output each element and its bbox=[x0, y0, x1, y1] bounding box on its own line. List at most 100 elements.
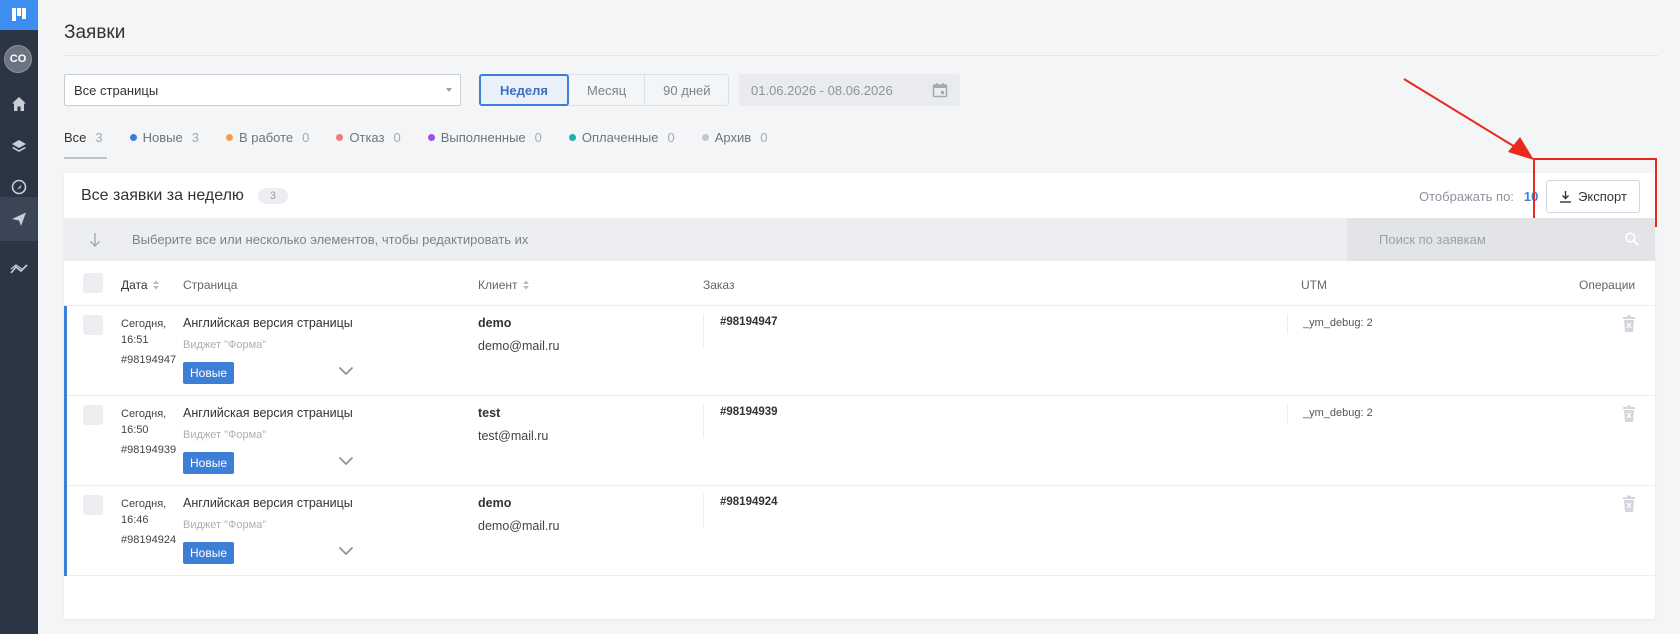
trash-icon[interactable] bbox=[1622, 495, 1636, 513]
column-date-label: Дата bbox=[121, 278, 148, 292]
client-email: test@mail.ru bbox=[478, 429, 549, 443]
page-select-value: Все страницы bbox=[74, 82, 159, 98]
tab-label: Оплаченные bbox=[581, 130, 659, 145]
avatar[interactable]: CO bbox=[4, 45, 32, 73]
tab-label: Архив bbox=[714, 130, 752, 145]
status-dot-icon bbox=[129, 134, 137, 141]
period-90days-button[interactable]: 90 дней bbox=[645, 75, 728, 105]
tab-count: 3 bbox=[95, 130, 103, 145]
trash-icon[interactable] bbox=[1622, 315, 1636, 333]
sidebar-item-home[interactable] bbox=[0, 82, 38, 126]
per-page-label: Отображать по: bbox=[1419, 189, 1514, 204]
order-number: #98194924 bbox=[720, 496, 778, 508]
trash-icon[interactable] bbox=[1622, 405, 1636, 423]
search-placeholder: Поиск по заявкам bbox=[1379, 232, 1486, 247]
tab-count: 0 bbox=[302, 130, 310, 145]
tab-count: 0 bbox=[760, 130, 768, 145]
client-name: test bbox=[478, 406, 501, 420]
column-date[interactable]: Дата bbox=[121, 278, 159, 292]
row-widget: Виджет "Форма" bbox=[183, 339, 267, 351]
tab-count: 0 bbox=[534, 130, 542, 145]
column-operations: Операции bbox=[1579, 278, 1636, 292]
row-page: Английская версия страницы bbox=[183, 406, 353, 420]
sidebar: CO bbox=[0, 0, 38, 634]
chevron-down-icon[interactable] bbox=[338, 456, 354, 466]
bulk-hint: Выберите все или несколько элементов, чт… bbox=[132, 232, 529, 247]
trend-icon bbox=[10, 264, 28, 274]
utm-value: _ym_debug: 2 bbox=[1303, 407, 1373, 419]
checkbox[interactable] bbox=[83, 273, 103, 293]
tab-paid[interactable]: Оплаченные 0 bbox=[568, 130, 675, 159]
column-page: Страница bbox=[183, 278, 238, 292]
divider bbox=[1287, 314, 1288, 334]
row-date: Сегодня, 16:50 bbox=[121, 408, 167, 436]
tab-label: Новые bbox=[142, 130, 183, 145]
card-title-text: Все заявки за неделю bbox=[81, 187, 244, 204]
row-widget: Виджет "Форма" bbox=[183, 429, 267, 441]
row-id: #98194924 bbox=[121, 534, 177, 546]
utm-value: _ym_debug: 2 bbox=[1303, 317, 1373, 329]
sort-icon bbox=[522, 280, 529, 290]
status-tabs: Все 3 Новые 3 В работе 0 Отказ 0 Выполненные… bbox=[64, 130, 794, 159]
status-badge[interactable]: Новые bbox=[183, 542, 235, 564]
app-logo[interactable] bbox=[0, 0, 38, 30]
chevron-down-icon[interactable] bbox=[338, 546, 354, 556]
column-order: Заказ bbox=[703, 278, 735, 292]
order-number: #98194939 bbox=[720, 406, 778, 418]
divider bbox=[703, 494, 704, 528]
tab-count: 3 bbox=[191, 130, 199, 145]
table-row[interactable]: Сегодня, 16:51 #98194947 Английская верс… bbox=[64, 306, 1655, 396]
tab-completed[interactable]: Выполненные 0 bbox=[427, 130, 542, 159]
status-dot-icon bbox=[336, 134, 344, 141]
select-all-checkbox[interactable] bbox=[83, 273, 103, 293]
status-badge[interactable]: Новые bbox=[183, 452, 235, 474]
tab-label: Выполненные bbox=[440, 130, 526, 145]
row-widget: Виджет "Форма" bbox=[183, 519, 267, 531]
search-icon[interactable] bbox=[1625, 232, 1639, 246]
table-header: Дата Страница Клиент Заказ UTM Операции bbox=[64, 261, 1655, 306]
requests-card: Все заявки за неделю 3 Отображать по: 10… bbox=[64, 158, 1657, 619]
search-input[interactable]: Поиск по заявкам bbox=[1347, 218, 1655, 261]
row-checkbox[interactable] bbox=[83, 315, 103, 335]
tab-archive[interactable]: Архив 0 bbox=[701, 130, 768, 159]
tab-in-progress[interactable]: В работе 0 bbox=[225, 130, 310, 159]
row-page: Английская версия страницы bbox=[183, 316, 353, 330]
tab-label: В работе bbox=[238, 130, 294, 145]
tab-all[interactable]: Все 3 bbox=[64, 130, 107, 159]
status-dot-icon bbox=[225, 134, 233, 141]
period-month-button[interactable]: Месяц bbox=[569, 75, 646, 105]
sidebar-item-layers[interactable] bbox=[0, 124, 38, 168]
count-badge: 3 bbox=[257, 188, 289, 204]
sidebar-item-send[interactable] bbox=[0, 197, 38, 241]
divider bbox=[1287, 404, 1288, 424]
period-week-button[interactable]: Неделя bbox=[479, 74, 569, 106]
calendar-icon bbox=[932, 83, 948, 98]
row-checkbox[interactable] bbox=[83, 495, 103, 515]
caret-down-icon bbox=[446, 88, 452, 92]
tab-new[interactable]: Новые 3 bbox=[129, 130, 199, 159]
order-number: #98194947 bbox=[720, 316, 778, 328]
tab-rejected[interactable]: Отказ 0 bbox=[336, 130, 401, 159]
send-icon bbox=[12, 212, 26, 226]
period-toggle: Неделя Месяц 90 дней bbox=[479, 74, 730, 106]
row-date: Сегодня, 16:51 bbox=[121, 318, 167, 346]
row-page: Английская версия страницы bbox=[183, 496, 353, 510]
status-dot-icon bbox=[427, 134, 435, 141]
row-checkbox[interactable] bbox=[83, 405, 103, 425]
sidebar-item-trend[interactable] bbox=[0, 247, 38, 291]
date-range-picker[interactable]: 01.06.2026 - 08.06.2026 bbox=[739, 74, 960, 106]
divider bbox=[703, 314, 704, 348]
arrow-down-icon[interactable] bbox=[88, 232, 102, 248]
row-status-bar bbox=[64, 486, 67, 576]
page-select[interactable]: Все страницы bbox=[64, 74, 461, 106]
status-dot-icon bbox=[568, 134, 576, 141]
column-client-label: Клиент bbox=[478, 278, 518, 292]
rocket-icon bbox=[11, 179, 27, 195]
divider bbox=[703, 404, 704, 438]
chevron-down-icon[interactable] bbox=[338, 366, 354, 376]
table-row[interactable]: Сегодня, 16:46 #98194924 Английская верс… bbox=[64, 486, 1655, 576]
column-client[interactable]: Клиент bbox=[478, 278, 529, 292]
table-row[interactable]: Сегодня, 16:50 #98194939 Английская верс… bbox=[64, 396, 1655, 486]
bulk-actions-bar: Выберите все или несколько элементов, чт… bbox=[64, 218, 1655, 261]
status-badge[interactable]: Новые bbox=[183, 362, 235, 384]
